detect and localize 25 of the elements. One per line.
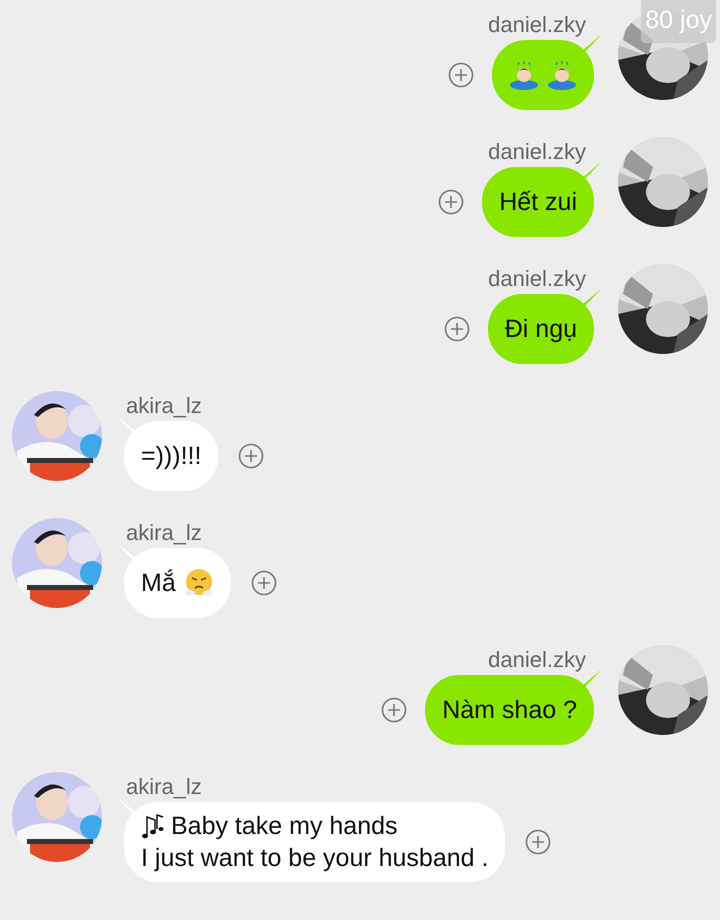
message-text: Baby take my hands — [171, 811, 398, 842]
angry-face-icon — [184, 568, 214, 598]
add-icon[interactable] — [238, 443, 264, 469]
add-icon[interactable] — [525, 829, 552, 855]
message-text: Hết zui — [499, 187, 577, 218]
sender-name: akira_lz — [126, 520, 202, 546]
message-text: Đi ngụ — [504, 314, 577, 345]
sender-name: akira_lz — [126, 393, 202, 419]
sender-name: daniel.zky — [488, 266, 586, 292]
sender-name: daniel.zky — [488, 12, 586, 38]
add-icon[interactable] — [444, 316, 470, 342]
add-icon[interactable] — [438, 189, 464, 215]
add-icon[interactable] — [250, 570, 277, 596]
add-icon[interactable] — [448, 62, 474, 88]
bowing-person-icon — [547, 60, 577, 90]
message-text: =)))!!! — [141, 441, 202, 472]
add-icon[interactable] — [381, 697, 408, 723]
message-text: Mắ — [141, 568, 176, 599]
message-text: Nàm shao ? — [442, 695, 577, 726]
message-text: I just want to be your husband . — [141, 843, 488, 874]
sender-name: daniel.zky — [488, 647, 586, 673]
sender-name: akira_lz — [126, 774, 202, 800]
music-notes-icon — [141, 811, 165, 841]
sender-name: daniel.zky — [488, 139, 586, 165]
bowing-person-icon — [509, 60, 539, 90]
